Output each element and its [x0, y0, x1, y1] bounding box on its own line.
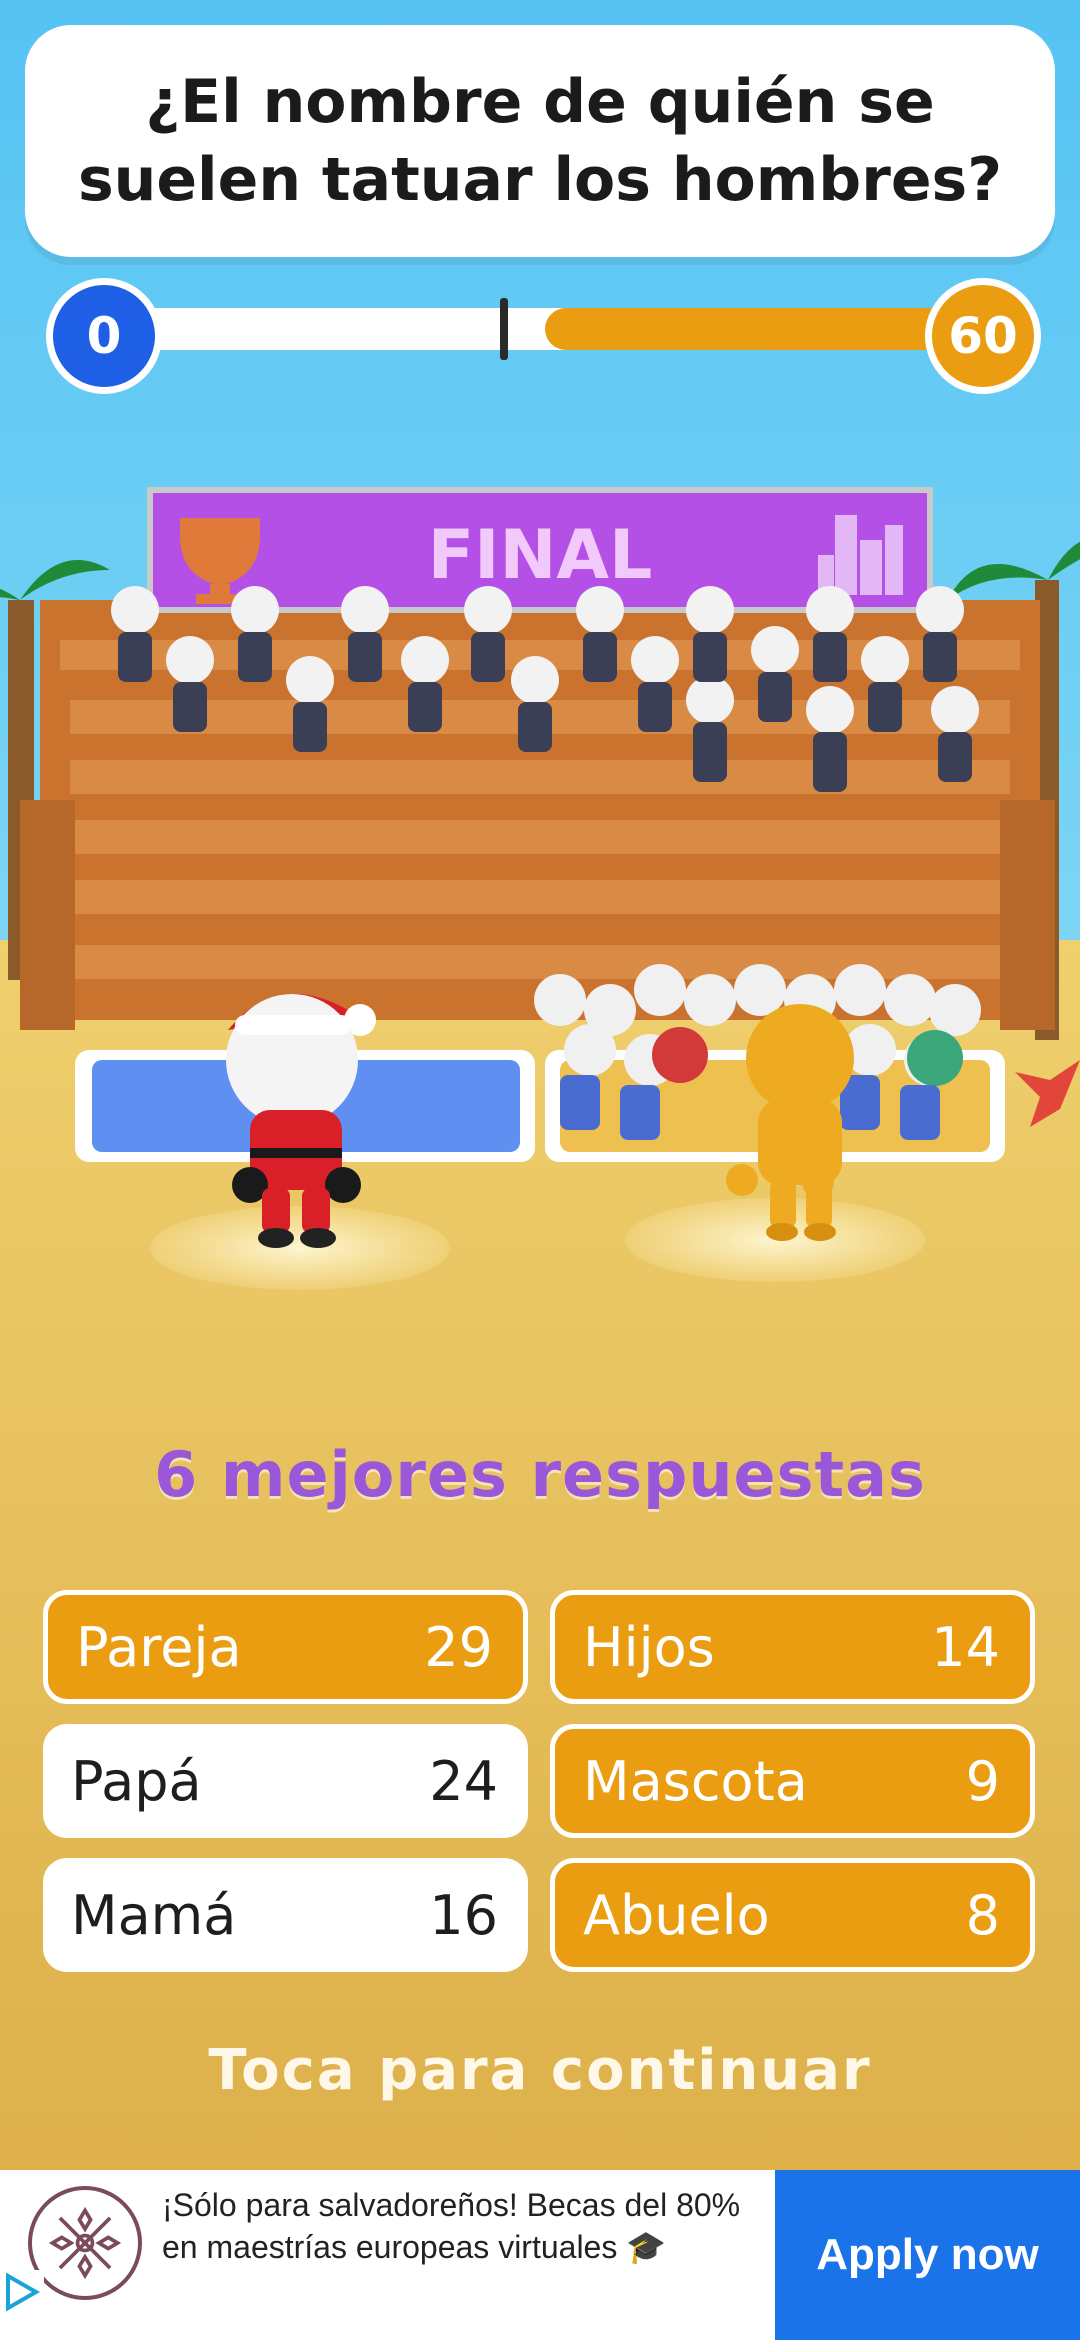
answer-label: Mamá — [71, 1883, 237, 1947]
answer-tile: Mascota 9 — [550, 1724, 1035, 1838]
ad-logo-icon — [28, 2186, 142, 2300]
question-text: ¿El nombre de quién se suelen tatuar los… — [77, 67, 1003, 215]
answer-label: Papá — [71, 1749, 202, 1813]
answer-tile: Papá 24 — [43, 1724, 528, 1838]
answer-points: 24 — [429, 1749, 498, 1813]
answer-points: 8 — [965, 1883, 1000, 1947]
answer-label: Mascota — [583, 1749, 808, 1813]
answer-tile: Abuelo 8 — [550, 1858, 1035, 1972]
ad-choices-icon[interactable] — [0, 2270, 44, 2314]
answer-points: 9 — [965, 1749, 1000, 1813]
answer-label: Abuelo — [583, 1883, 770, 1947]
answer-points: 29 — [424, 1615, 493, 1679]
right-score-badge: 60 — [925, 278, 1041, 394]
answer-tile: Pareja 29 — [43, 1590, 528, 1704]
results-heading: 6 mejores respuestas — [154, 1438, 926, 1511]
left-score-badge: 0 — [46, 278, 162, 394]
tap-to-continue[interactable]: Toca para continuar — [0, 2038, 1080, 2103]
answer-tile: Hijos 14 — [550, 1590, 1035, 1704]
answer-points: 16 — [429, 1883, 498, 1947]
ad-text[interactable]: ¡Sólo para salvadoreños! Becas del 80% e… — [162, 2184, 762, 2268]
progress-marker — [500, 298, 508, 360]
ad-apply-button[interactable]: Apply now — [775, 2170, 1080, 2340]
progress-bar — [95, 298, 995, 360]
answer-tile: Mamá 16 — [43, 1858, 528, 1972]
ad-banner[interactable]: ¡Sólo para salvadoreños! Becas del 80% e… — [0, 2170, 1080, 2340]
question-card: ¿El nombre de quién se suelen tatuar los… — [25, 25, 1055, 257]
answer-points: 14 — [931, 1615, 1000, 1679]
answer-label: Pareja — [76, 1615, 242, 1679]
banner-text: FINAL — [428, 516, 653, 595]
answer-label: Hijos — [583, 1615, 715, 1679]
